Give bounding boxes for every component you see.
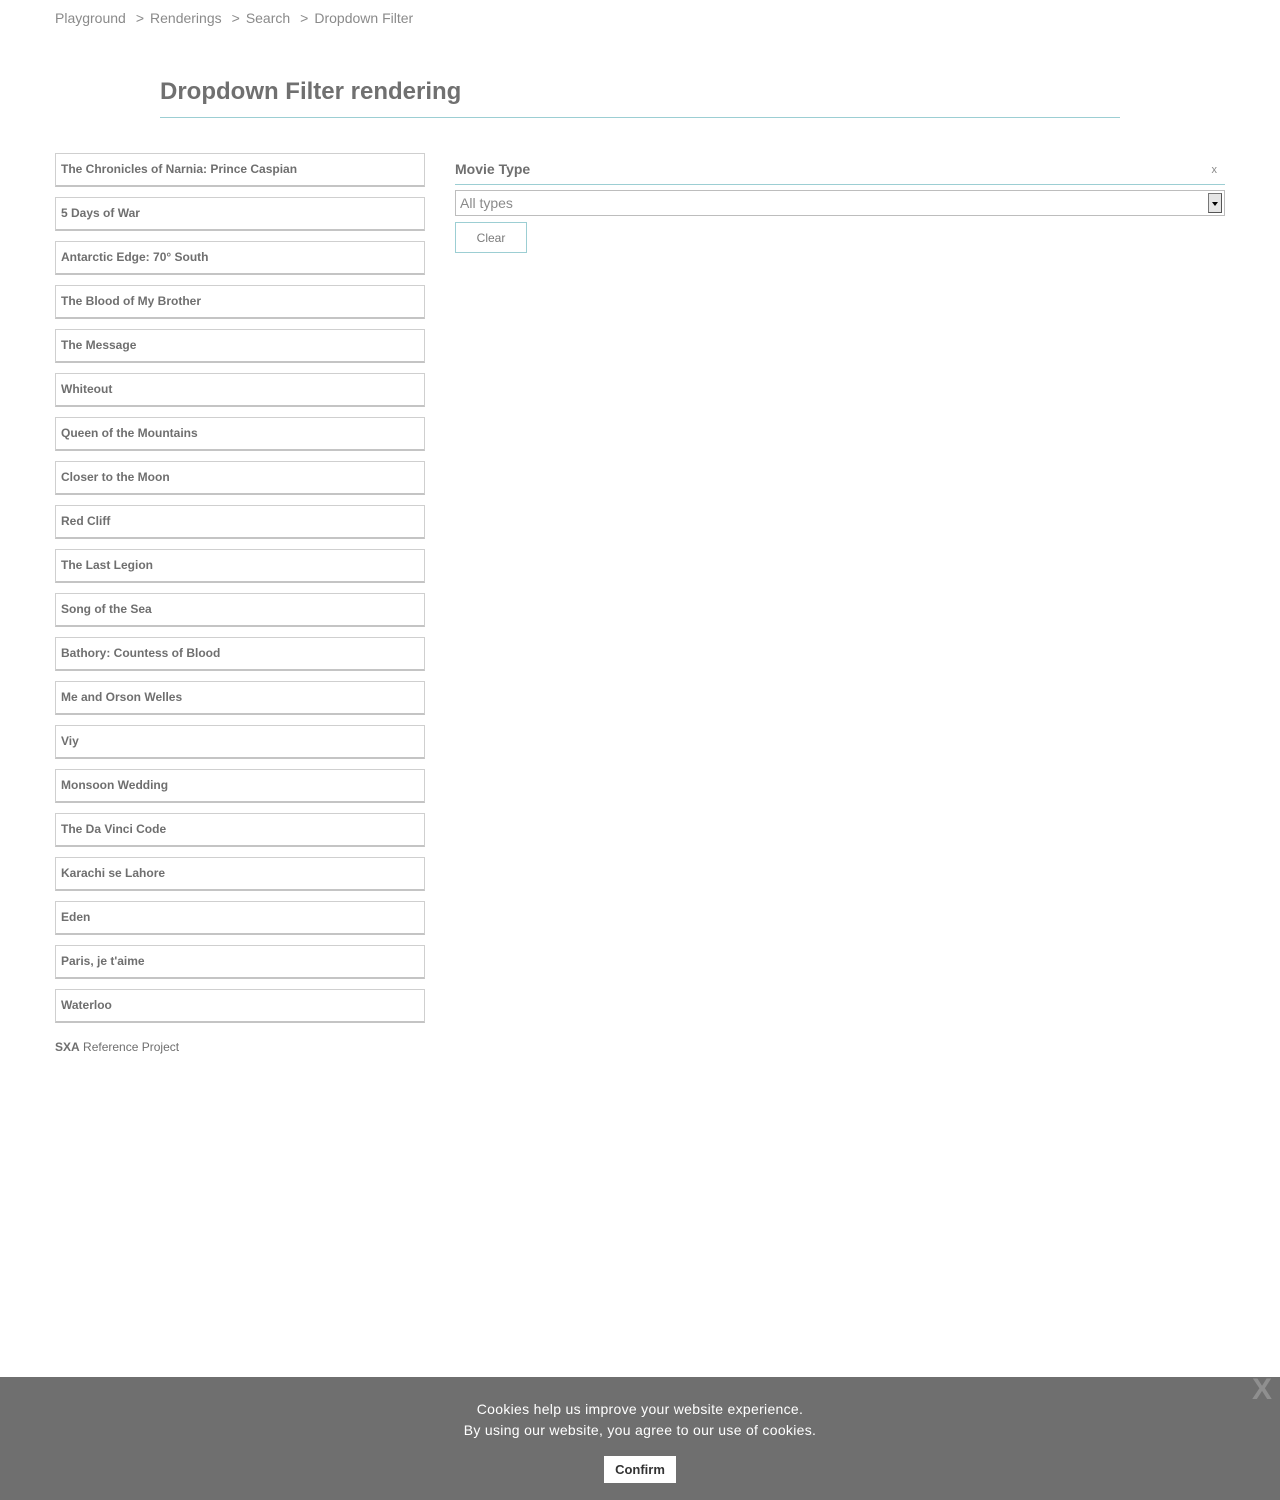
result-item[interactable]: Waterloo bbox=[55, 989, 425, 1023]
cookie-message: Cookies help us improve your website exp… bbox=[0, 1399, 1280, 1441]
result-item[interactable]: 5 Days of War bbox=[55, 197, 425, 231]
clear-button[interactable]: Clear bbox=[455, 222, 527, 253]
page-title: Dropdown Filter rendering bbox=[160, 78, 462, 105]
breadcrumb-item[interactable]: Renderings bbox=[150, 10, 222, 26]
title-divider bbox=[160, 117, 1120, 118]
cookie-confirm-button[interactable]: Confirm bbox=[604, 1456, 676, 1483]
cookie-banner: Cookies help us improve your website exp… bbox=[0, 1373, 1280, 1500]
cookie-close-icon[interactable]: X bbox=[1252, 1373, 1272, 1407]
result-item[interactable]: Paris, je t'aime bbox=[55, 945, 425, 979]
dropdown-filter: Movie Type x All types Clear bbox=[455, 158, 1225, 253]
breadcrumb-separator: > bbox=[135, 10, 145, 26]
breadcrumb-item[interactable]: Search bbox=[246, 10, 290, 26]
result-item[interactable]: Queen of the Mountains bbox=[55, 417, 425, 451]
result-item[interactable]: Bathory: Countess of Blood bbox=[55, 637, 425, 671]
filter-label: Movie Type bbox=[455, 161, 531, 177]
result-item[interactable]: Antarctic Edge: 70° South bbox=[55, 241, 425, 275]
result-item[interactable]: Viy bbox=[55, 725, 425, 759]
result-item[interactable]: Karachi se Lahore bbox=[55, 857, 425, 891]
result-item[interactable]: Red Cliff bbox=[55, 505, 425, 539]
footer-brand-name: SXA bbox=[55, 1040, 80, 1054]
result-item[interactable]: The Last Legion bbox=[55, 549, 425, 583]
cookie-message-line-2: By using our website, you agree to our u… bbox=[463, 1422, 817, 1438]
movie-type-selected-value: All types bbox=[460, 195, 513, 211]
result-item[interactable]: Song of the Sea bbox=[55, 593, 425, 627]
result-item[interactable]: The Message bbox=[55, 329, 425, 363]
result-item[interactable]: The Chronicles of Narnia: Prince Caspian bbox=[55, 153, 425, 187]
result-item[interactable]: Monsoon Wedding bbox=[55, 769, 425, 803]
result-item[interactable]: The Blood of My Brother bbox=[55, 285, 425, 319]
result-item[interactable]: The Da Vinci Code bbox=[55, 813, 425, 847]
movie-type-select[interactable]: All types bbox=[455, 190, 1225, 216]
cookie-message-line-1: Cookies help us improve your website exp… bbox=[476, 1401, 804, 1417]
filter-close-icon[interactable]: x bbox=[1212, 164, 1218, 176]
result-item[interactable]: Whiteout bbox=[55, 373, 425, 407]
footer-brand: SXA Reference Project bbox=[55, 1040, 179, 1054]
breadcrumb-separator: > bbox=[231, 10, 240, 26]
footer-brand-text: Reference Project bbox=[83, 1040, 180, 1054]
chevron-down-icon[interactable] bbox=[1208, 193, 1222, 213]
breadcrumb-item[interactable]: Dropdown Filter bbox=[314, 10, 413, 26]
filter-header: Movie Type x bbox=[455, 158, 1225, 185]
result-item[interactable]: Closer to the Moon bbox=[55, 461, 425, 495]
search-results-list: The Chronicles of Narnia: Prince Caspian… bbox=[55, 153, 425, 1033]
breadcrumb-separator: > bbox=[300, 10, 309, 26]
breadcrumb-item[interactable]: Playground bbox=[55, 10, 126, 26]
result-item[interactable]: Eden bbox=[55, 901, 425, 935]
result-item[interactable]: Me and Orson Welles bbox=[55, 681, 425, 715]
breadcrumb: Playground > Renderings > Search > Dropdown Fi… bbox=[55, 10, 413, 26]
